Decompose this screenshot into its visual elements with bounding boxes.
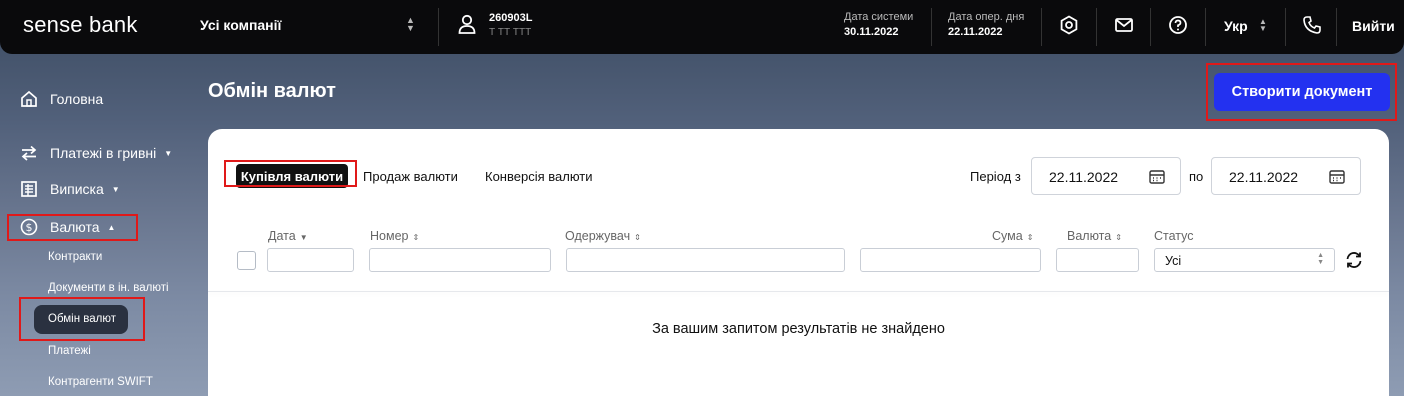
highlight-box: [19, 297, 145, 341]
sidebar-item-label: Головна: [50, 91, 104, 107]
language-selector[interactable]: Укр: [1224, 18, 1248, 34]
language-select-arrows-icon[interactable]: ▲ ▼: [1259, 18, 1267, 33]
period-from-label: Період з: [970, 169, 1021, 184]
column-header-date[interactable]: Дата ▼: [268, 229, 308, 243]
divider: [438, 8, 439, 46]
column-header-amount[interactable]: Сума ⇕: [992, 229, 1033, 243]
highlight-box: [224, 160, 357, 187]
sidebar-item-payments-uah[interactable]: Платежі в гривні ▼: [20, 144, 172, 162]
divider: [1285, 8, 1286, 46]
divider: [1096, 8, 1097, 46]
top-bar: sense bank Усі компанії ▲ ▼ 260903L Т ТТ …: [0, 0, 1404, 54]
system-date-label: Дата системи: [844, 11, 914, 23]
number-filter-input[interactable]: [369, 248, 551, 272]
sidebar-subitem-payments[interactable]: Платежі: [48, 345, 91, 357]
divider: [1205, 8, 1206, 46]
date-from-value: 22.11.2022: [1049, 169, 1119, 185]
period-to-label: по: [1189, 169, 1204, 184]
date-to-value: 22.11.2022: [1229, 169, 1299, 185]
table-divider: [208, 291, 1389, 292]
company-selector[interactable]: Усі компанії: [200, 17, 281, 33]
divider: [1150, 8, 1151, 46]
currency-filter-input[interactable]: [1056, 248, 1139, 272]
phone-icon[interactable]: [1302, 15, 1322, 35]
refresh-icon[interactable]: [1344, 250, 1364, 270]
column-label: Валюта: [1067, 229, 1112, 243]
sidebar-item-label: Платежі в гривні: [50, 145, 157, 161]
date-filter-input[interactable]: [267, 248, 354, 272]
chevron-down-icon: ▼: [164, 148, 173, 158]
user-id: 260903L: [489, 12, 533, 24]
divider: [1336, 8, 1337, 46]
column-label: Сума: [992, 229, 1023, 243]
tab-conversion[interactable]: Конверсія валюти: [485, 169, 593, 184]
logout-button[interactable]: Вийти: [1352, 18, 1395, 34]
date-to-input[interactable]: 22.11.2022: [1211, 157, 1361, 195]
oper-date-label: Дата опер. дня: [948, 11, 1025, 23]
column-header-currency[interactable]: Валюта ⇕: [1067, 229, 1122, 243]
select-all-checkbox[interactable]: [237, 251, 256, 270]
oper-date: 22.11.2022: [948, 26, 1003, 38]
sidebar-item-home[interactable]: Головна: [20, 90, 103, 108]
recipient-filter-input[interactable]: [566, 248, 845, 272]
sidebar-item-label: Виписка: [50, 181, 104, 197]
tab-sell-currency[interactable]: Продаж валюти: [363, 169, 458, 184]
date-from-input[interactable]: 22.11.2022: [1031, 157, 1181, 195]
page-title: Обмін валют: [208, 80, 336, 102]
calendar-icon[interactable]: [1329, 169, 1345, 184]
company-select-arrows-icon[interactable]: ▲ ▼: [406, 16, 415, 33]
sort-icon: ⇕: [1115, 233, 1122, 242]
sidebar-subitem-contracts[interactable]: Контракти: [48, 251, 102, 263]
sort-icon: ⇕: [1026, 233, 1034, 242]
home-icon: [21, 90, 37, 107]
transfer-icon: [21, 145, 37, 161]
column-label: Номер: [370, 229, 409, 243]
sidebar-subitem-foreign-docs[interactable]: Документи в ін. валюті: [48, 282, 169, 294]
column-header-number[interactable]: Номер ⇕: [370, 229, 419, 243]
sidebar-subitem-swift[interactable]: Контрагенти SWIFT: [48, 376, 153, 388]
divider: [931, 8, 932, 46]
logo[interactable]: sense bank: [23, 12, 138, 38]
statement-icon: [21, 181, 37, 197]
help-icon[interactable]: [1168, 15, 1188, 35]
select-arrows-icon: ▲ ▼: [1317, 252, 1324, 266]
divider: [1041, 8, 1042, 46]
user-name: Т ТТ ТТТ: [489, 27, 532, 38]
status-value: Усі: [1165, 254, 1182, 268]
column-header-status: Статус: [1154, 229, 1194, 243]
settings-icon[interactable]: [1059, 15, 1079, 35]
user-icon[interactable]: [458, 14, 476, 34]
content-panel: Купівля валюти Продаж валюти Конверсія в…: [208, 129, 1389, 396]
sort-icon: ⇕: [634, 233, 641, 242]
column-header-recipient[interactable]: Одержувач ⇕: [565, 229, 641, 243]
chevron-down-icon: ▼: [111, 184, 120, 194]
status-filter-select[interactable]: Усі ▲ ▼: [1154, 248, 1335, 272]
calendar-icon[interactable]: [1149, 169, 1165, 184]
column-label: Одержувач: [565, 229, 631, 243]
system-date: 30.11.2022: [844, 26, 899, 38]
sort-icon: ⇕: [412, 233, 420, 242]
highlight-box: [1206, 63, 1397, 121]
highlight-box: [7, 214, 138, 241]
mail-icon[interactable]: [1114, 15, 1134, 35]
empty-results-message: За вашим запитом результатів не знайдено: [652, 321, 945, 337]
column-label: Дата: [268, 229, 296, 243]
sidebar-item-statement[interactable]: Виписка ▼: [20, 180, 120, 198]
sort-down-icon: ▼: [299, 233, 308, 242]
amount-filter-input[interactable]: [860, 248, 1041, 272]
